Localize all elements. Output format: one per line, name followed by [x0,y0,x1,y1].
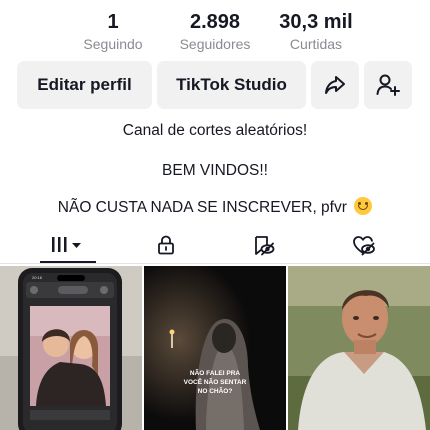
phone-status-time: 20:16 [32,275,43,280]
tab-videos[interactable] [20,228,116,262]
tab-liked[interactable] [316,228,412,262]
followers-count: 2.898 [189,11,241,33]
profile-tabs [0,228,430,264]
followers-label: Seguidores [179,36,251,52]
tabs-divider [0,263,430,264]
reposts-hidden-icon [255,236,275,256]
add-friend-button[interactable] [364,61,412,109]
add-user-icon [376,74,400,96]
video-thumbnail-1[interactable]: 20:16 [0,266,142,430]
bio-line-3-text: NÃO CUSTA NADA SE INSCREVER, pfvr [57,199,347,216]
following-stat[interactable]: 1 Seguindo [58,10,168,53]
video-thumbnail-3[interactable] [288,266,430,430]
tab-reposts[interactable] [216,228,312,262]
videos-grid-icon [52,237,81,252]
upside-down-face-emoji-icon [354,197,373,215]
likes-stat[interactable]: 30,3 mil Curtidas [261,10,371,53]
profile-stats: 1 Seguindo 2.898 Seguidores 30,3 mil Cur… [0,10,430,56]
video-thumbnail-2[interactable]: NÃO FALEI PRA VOCÊ NÃO SENTAR NO CHÃO? [144,266,286,430]
following-count: 1 [107,11,119,33]
share-arrow-icon [325,76,345,94]
likes-count: 30,3 mil [279,11,353,33]
tiktok-studio-button[interactable]: TikTok Studio [157,61,306,109]
lock-icon [158,235,174,255]
bio-line-1: Canal de cortes aleatórios! [122,122,308,139]
man-in-field-thumbnail [288,266,430,430]
bio-line-2: BEM VINDOS!! [162,162,268,179]
followers-stat[interactable]: 2.898 Seguidores [160,10,270,53]
edit-profile-button[interactable]: Editar perfil [17,61,152,109]
share-profile-button[interactable] [311,61,359,109]
liked-hidden-icon [353,236,375,256]
tab-private[interactable] [118,228,214,262]
hooded-figure-thumbnail [144,266,286,430]
video-grid: 20:16 NÃO FALEI PRA VOCÊ NÃO SENTAR NO C… [0,266,430,430]
video-2-caption: NÃO FALEI PRA VOCÊ NÃO SENTAR NO CHÃO? [183,370,247,395]
bio-line-3: NÃO CUSTA NADA SE INSCREVER, pfvr [0,197,430,218]
phone-screenshot-thumbnail: 20:16 [0,266,142,430]
following-label: Seguindo [83,36,143,52]
likes-label: Curtidas [289,36,343,52]
